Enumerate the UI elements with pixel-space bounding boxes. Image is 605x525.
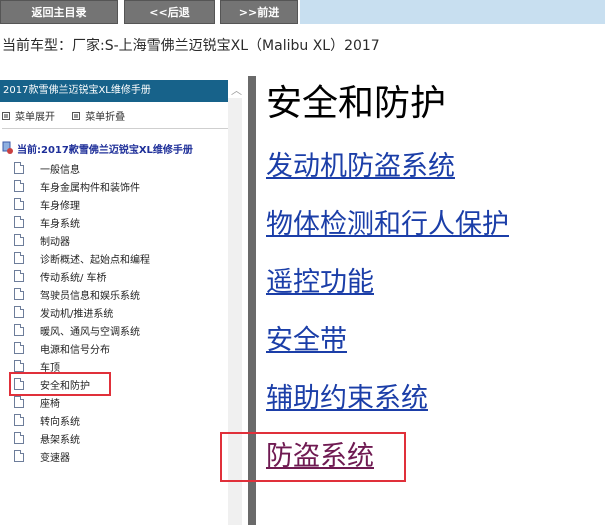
tree-item-label: 车顶 xyxy=(40,362,60,374)
tree-item[interactable]: 车身修理 xyxy=(12,195,228,213)
tree-item[interactable]: 暖风、通风与空调系统 xyxy=(12,321,228,339)
document-icon xyxy=(14,450,24,462)
tree-item-label: 座椅 xyxy=(40,398,60,410)
document-icon xyxy=(14,414,24,426)
tree-item[interactable]: 驾驶员信息和娱乐系统 xyxy=(12,285,228,303)
document-icon xyxy=(14,378,24,390)
topic-link[interactable]: 物体检测和行人保护 xyxy=(266,208,509,242)
topic-link[interactable]: 发动机防盗系统 xyxy=(266,150,455,184)
highlight-annotation xyxy=(220,432,406,482)
toolbar-background xyxy=(300,0,605,24)
tree-item-label: 电源和信号分布 xyxy=(40,344,110,356)
document-icon xyxy=(14,234,24,246)
tree-item-label: 一般信息 xyxy=(40,164,80,176)
document-icon xyxy=(14,396,24,408)
document-icon xyxy=(14,270,24,282)
manual-tree: 一般信息车身金属构件和装饰件 车身修理车身系统制动器诊断概述、起始点和编程 传动系统… xyxy=(9,159,228,465)
tree-item[interactable]: 诊断概述、起始点和编程 xyxy=(12,249,228,267)
tree-item-label: 车身金属构件和装饰件 xyxy=(40,182,140,194)
topic-link[interactable]: 辅助约束系统 xyxy=(266,382,428,416)
document-icon xyxy=(14,324,24,336)
topic-link[interactable]: 遥控功能 xyxy=(266,266,374,300)
sidebar-header: 2017款雪佛兰迈锐宝XL维修手册 xyxy=(0,80,228,102)
tree-item[interactable]: 车身金属构件和装饰件 xyxy=(12,177,228,195)
collapse-menu-button[interactable]: 菜单折叠 xyxy=(72,108,125,123)
collapse-icon xyxy=(72,111,81,120)
tree-item[interactable]: 转向系统 xyxy=(12,411,228,429)
tree-item-label: 变速器 xyxy=(40,452,70,464)
current-vehicle-text: 当前车型：厂家:S-上海雪佛兰迈锐宝XL（Malibu XL）2017 xyxy=(2,38,380,54)
expand-icon xyxy=(2,111,10,120)
tree-item-label: 发动机/推进系统 xyxy=(40,308,114,320)
tree-root-current[interactable]: 当前:2017款雪佛兰迈锐宝XL维修手册 xyxy=(2,140,193,156)
forward-button[interactable]: >>前进 xyxy=(220,0,298,24)
tree-item-label: 驾驶员信息和娱乐系统 xyxy=(40,290,140,302)
tree-item-label: 车身修理 xyxy=(40,200,80,212)
back-to-main-menu-button[interactable]: 返回主目录 xyxy=(0,0,118,24)
sidebar: 2017款雪佛兰迈锐宝XL维修手册 ︿ 菜单展开 菜单折叠 当前:2017款雪佛… xyxy=(0,76,246,525)
tree-item[interactable]: 车顶 xyxy=(12,357,228,375)
tree-controls: 菜单展开 菜单折叠 xyxy=(2,108,139,123)
tree-item[interactable]: 变速器 xyxy=(12,447,228,465)
tree-item-label: 制动器 xyxy=(40,236,70,248)
expand-menu-button[interactable]: 菜单展开 xyxy=(2,108,55,123)
tree-item-label: 安全和防护 xyxy=(40,380,90,392)
chevron-up-icon[interactable]: ︿ xyxy=(231,85,242,96)
tree-item-label: 诊断概述、起始点和编程 xyxy=(40,254,150,266)
document-icon xyxy=(14,252,24,264)
tree-item-label: 悬架系统 xyxy=(40,434,80,446)
tree-item-label: 传动系统/ 车桥 xyxy=(40,272,107,284)
tree-item[interactable]: 发动机/推进系统 xyxy=(12,303,228,321)
document-icon xyxy=(14,288,24,300)
tree-item-label: 转向系统 xyxy=(40,416,80,428)
document-icon xyxy=(14,162,24,174)
document-icon xyxy=(14,216,24,228)
tree-item[interactable]: 座椅 xyxy=(12,393,228,411)
tree-item-label: 车身系统 xyxy=(40,218,80,230)
tree-root-label: 当前:2017款雪佛兰迈锐宝XL维修手册 xyxy=(17,144,193,156)
document-icon xyxy=(14,342,24,354)
topic-link[interactable]: 安全带 xyxy=(266,324,347,358)
sidebar-divider xyxy=(2,128,228,129)
document-icon xyxy=(14,180,24,192)
current-vehicle-banner: 当前车型：厂家:S-上海雪佛兰迈锐宝XL（Malibu XL）2017 xyxy=(0,34,605,58)
document-icon xyxy=(14,432,24,444)
document-icon xyxy=(14,360,24,372)
tree-item[interactable]: 传动系统/ 车桥 xyxy=(12,267,228,285)
document-icon xyxy=(14,198,24,210)
tree-item[interactable]: 一般信息 xyxy=(12,159,228,177)
tree-item[interactable]: 安全和防护 xyxy=(9,372,111,396)
manual-root-icon xyxy=(2,141,13,154)
tree-item[interactable]: 制动器 xyxy=(12,231,228,249)
tree-item[interactable]: 悬架系统 xyxy=(12,429,228,447)
page-title: 安全和防护 xyxy=(266,83,447,124)
tree-item-label: 暖风、通风与空调系统 xyxy=(40,326,140,338)
tree-item[interactable]: 电源和信号分布 xyxy=(12,339,228,357)
top-toolbar: 返回主目录 <<后退 >>前进 xyxy=(0,0,605,30)
expand-menu-label: 菜单展开 xyxy=(15,112,55,123)
document-icon xyxy=(14,306,24,318)
tree-item[interactable]: 车身系统 xyxy=(12,213,228,231)
collapse-menu-label: 菜单折叠 xyxy=(85,112,126,123)
back-button[interactable]: <<后退 xyxy=(124,0,215,24)
